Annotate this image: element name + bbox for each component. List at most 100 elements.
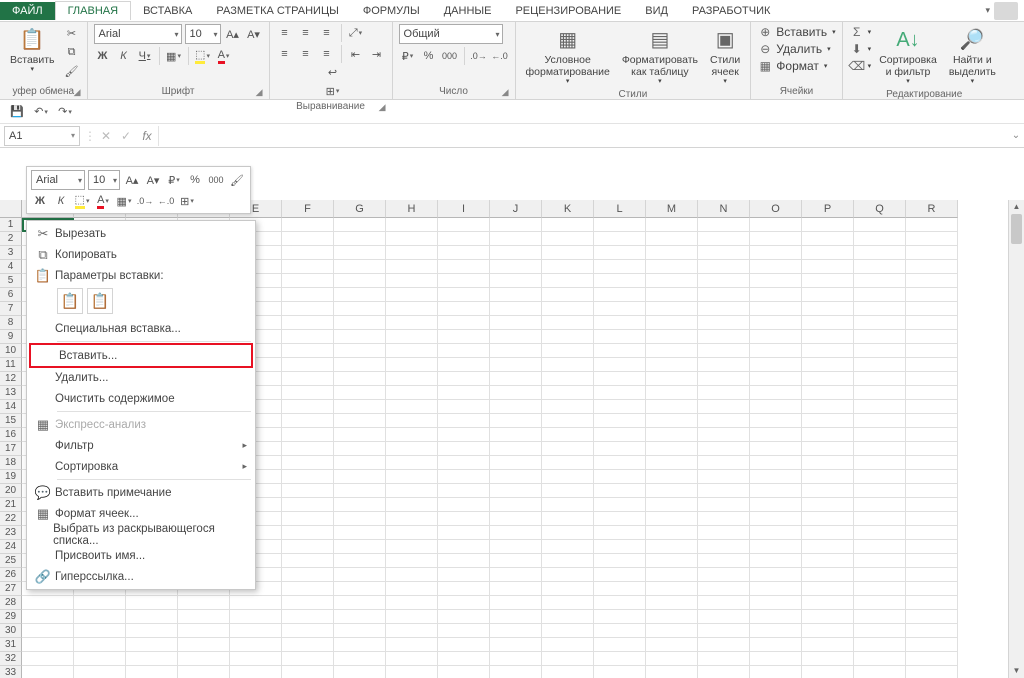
cell[interactable]	[438, 386, 490, 400]
cell[interactable]	[594, 400, 646, 414]
cell[interactable]	[854, 554, 906, 568]
tab-data[interactable]: ДАННЫЕ	[432, 2, 504, 20]
wrap-text-button[interactable]: ↩	[280, 63, 386, 81]
cell[interactable]	[698, 652, 750, 666]
cell[interactable]	[594, 414, 646, 428]
column-header[interactable]: L	[594, 200, 646, 218]
cell[interactable]	[646, 610, 698, 624]
cell[interactable]	[438, 246, 490, 260]
cell[interactable]	[750, 330, 802, 344]
cell[interactable]	[698, 218, 750, 232]
tab-file[interactable]: ФАЙЛ	[0, 2, 55, 20]
cell[interactable]	[542, 498, 594, 512]
mini-comma[interactable]: 000	[207, 171, 225, 189]
column-header[interactable]: R	[906, 200, 958, 218]
row-header[interactable]: 28	[0, 596, 22, 610]
cell[interactable]	[802, 470, 854, 484]
cell[interactable]	[646, 232, 698, 246]
cell[interactable]	[646, 218, 698, 232]
mini-dec-decimal[interactable]: ←.0	[157, 192, 175, 210]
cell[interactable]	[282, 624, 334, 638]
cell[interactable]	[282, 666, 334, 678]
formula-input[interactable]	[158, 126, 1008, 146]
cell[interactable]	[282, 428, 334, 442]
cell[interactable]	[906, 638, 958, 652]
cell[interactable]	[334, 484, 386, 498]
cell[interactable]	[906, 218, 958, 232]
insert-function-button[interactable]: fx	[136, 129, 158, 143]
cell[interactable]	[854, 456, 906, 470]
cell[interactable]	[802, 246, 854, 260]
cell[interactable]	[594, 246, 646, 260]
cell[interactable]	[750, 456, 802, 470]
cell[interactable]	[802, 526, 854, 540]
cell[interactable]	[750, 316, 802, 330]
cell[interactable]	[594, 652, 646, 666]
cell[interactable]	[386, 428, 438, 442]
cell[interactable]	[802, 540, 854, 554]
cell[interactable]	[490, 456, 542, 470]
column-header[interactable]: F	[282, 200, 334, 218]
cell[interactable]	[594, 666, 646, 678]
cell[interactable]	[282, 652, 334, 666]
cell[interactable]	[750, 498, 802, 512]
cell[interactable]	[698, 484, 750, 498]
cell[interactable]	[490, 316, 542, 330]
cell[interactable]	[802, 218, 854, 232]
cell[interactable]	[282, 288, 334, 302]
cell[interactable]	[750, 288, 802, 302]
delete-cells-button[interactable]: ⊖Удалить▾	[757, 41, 830, 57]
row-header[interactable]: 27	[0, 582, 22, 596]
cell[interactable]	[542, 484, 594, 498]
cell[interactable]	[74, 596, 126, 610]
row-header[interactable]: 1	[0, 218, 22, 232]
cell[interactable]	[906, 386, 958, 400]
row-header[interactable]: 18	[0, 456, 22, 470]
row-header[interactable]: 3	[0, 246, 22, 260]
cell[interactable]	[334, 540, 386, 554]
cell[interactable]	[646, 274, 698, 288]
cell[interactable]	[126, 652, 178, 666]
cell[interactable]	[854, 484, 906, 498]
row-header[interactable]: 5	[0, 274, 22, 288]
cell[interactable]	[438, 596, 490, 610]
tab-insert[interactable]: ВСТАВКА	[131, 2, 204, 20]
cell[interactable]	[594, 316, 646, 330]
cell[interactable]	[490, 512, 542, 526]
cell[interactable]	[646, 596, 698, 610]
cell[interactable]	[334, 232, 386, 246]
fill-button[interactable]: ⬇▾	[849, 41, 872, 57]
cell[interactable]	[802, 302, 854, 316]
cell[interactable]	[490, 554, 542, 568]
cell[interactable]	[750, 652, 802, 666]
mini-inc-decimal[interactable]: .0→	[136, 192, 154, 210]
cell[interactable]	[698, 442, 750, 456]
cell[interactable]	[802, 554, 854, 568]
cell[interactable]	[386, 358, 438, 372]
cm-filter[interactable]: Фильтр▸	[27, 435, 255, 456]
scroll-down-arrow[interactable]: ▼	[1009, 664, 1024, 678]
cell[interactable]	[282, 358, 334, 372]
cell[interactable]	[750, 582, 802, 596]
cell[interactable]	[594, 344, 646, 358]
cell[interactable]	[698, 624, 750, 638]
cell[interactable]	[542, 372, 594, 386]
cell[interactable]	[594, 372, 646, 386]
align-right-button[interactable]: ≡	[318, 45, 336, 63]
cell[interactable]	[854, 246, 906, 260]
cell[interactable]	[646, 540, 698, 554]
cell[interactable]	[178, 596, 230, 610]
row-header[interactable]: 19	[0, 470, 22, 484]
scroll-up-arrow[interactable]: ▲	[1009, 200, 1024, 214]
cell[interactable]	[698, 638, 750, 652]
cell[interactable]	[230, 652, 282, 666]
cell[interactable]	[490, 498, 542, 512]
cut-button[interactable]: ✂	[63, 24, 81, 42]
cell[interactable]	[906, 288, 958, 302]
tab-review[interactable]: РЕЦЕНЗИРОВАНИЕ	[503, 2, 633, 20]
cell[interactable]	[698, 302, 750, 316]
cell[interactable]	[698, 610, 750, 624]
cell[interactable]	[282, 582, 334, 596]
cell[interactable]	[698, 386, 750, 400]
formula-enter[interactable]: ✓	[116, 129, 136, 143]
